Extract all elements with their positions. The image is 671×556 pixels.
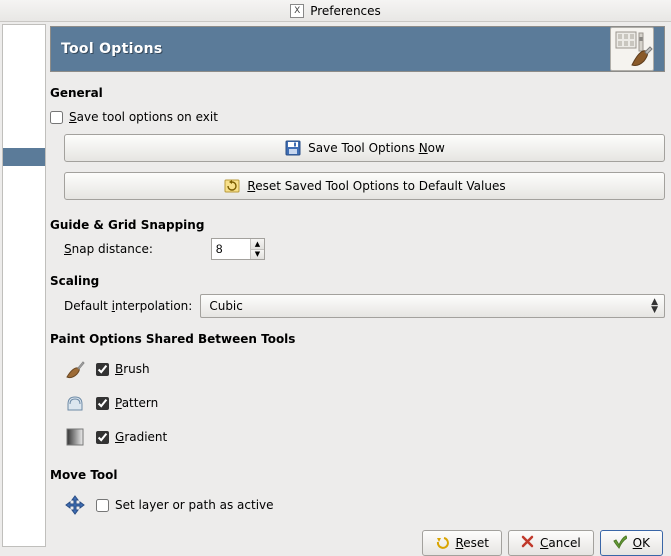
paint-gradient-row: Gradient bbox=[64, 426, 665, 448]
save-on-exit-row: Save tool options on exit bbox=[50, 110, 665, 124]
page-title: Tool Options bbox=[61, 41, 163, 57]
chevron-updown-icon: ▲▼ bbox=[651, 299, 658, 314]
pattern-label[interactable]: Pattern bbox=[115, 396, 158, 410]
spin-down-button[interactable]: ▼ bbox=[251, 250, 264, 260]
dialog-footer: Reset Cancel OK bbox=[50, 522, 665, 556]
category-sidebar[interactable] bbox=[2, 24, 46, 547]
paint-brush-row: Brush bbox=[64, 358, 665, 380]
reset-button-label: Reset bbox=[455, 536, 489, 550]
section-general-title: General bbox=[50, 86, 665, 100]
save-on-exit-checkbox[interactable] bbox=[50, 111, 63, 124]
move-set-layer-row: Set layer or path as active bbox=[64, 494, 665, 516]
section-scaling-title: Scaling bbox=[50, 274, 665, 288]
set-layer-active-label[interactable]: Set layer or path as active bbox=[115, 498, 274, 512]
save-icon bbox=[284, 139, 302, 157]
tool-options-icon bbox=[610, 27, 654, 71]
interpolation-value: Cubic bbox=[209, 299, 243, 313]
sidebar-selection bbox=[3, 148, 45, 166]
snap-distance-label: Snap distance: bbox=[64, 242, 153, 256]
snap-distance-spinbox[interactable]: ▲ ▼ bbox=[211, 238, 265, 260]
pattern-icon bbox=[64, 392, 86, 414]
paint-pattern-row: Pattern bbox=[64, 392, 665, 414]
interpolation-combobox[interactable]: Cubic ▲▼ bbox=[200, 294, 665, 318]
brush-icon bbox=[64, 358, 86, 380]
section-move-title: Move Tool bbox=[50, 468, 665, 482]
reset-button[interactable]: Reset bbox=[422, 530, 502, 556]
window-title: Preferences bbox=[310, 4, 381, 18]
section-snapping-title: Guide & Grid Snapping bbox=[50, 218, 665, 232]
header-panel: Tool Options bbox=[50, 26, 665, 72]
reset-defaults-label: Reset Saved Tool Options to Default Valu… bbox=[247, 179, 505, 193]
snap-distance-input[interactable] bbox=[212, 239, 250, 259]
move-icon bbox=[64, 494, 86, 516]
interpolation-label: Default interpolation: bbox=[64, 299, 192, 313]
section-paint-title: Paint Options Shared Between Tools bbox=[50, 332, 665, 346]
spin-up-button[interactable]: ▲ bbox=[251, 239, 264, 250]
save-tool-options-now-button[interactable]: Save Tool Options Now bbox=[64, 134, 665, 162]
reset-icon bbox=[223, 177, 241, 195]
app-icon: X bbox=[290, 4, 304, 18]
set-layer-active-checkbox[interactable] bbox=[96, 499, 109, 512]
window-titlebar: X Preferences bbox=[0, 0, 671, 22]
pattern-checkbox[interactable] bbox=[96, 397, 109, 410]
snap-distance-row: Snap distance: ▲ ▼ bbox=[64, 238, 665, 260]
gradient-label[interactable]: Gradient bbox=[115, 430, 167, 444]
save-on-exit-label[interactable]: Save tool options on exit bbox=[69, 110, 218, 124]
brush-checkbox[interactable] bbox=[96, 363, 109, 376]
ok-button-label: OK bbox=[633, 536, 650, 550]
brush-label[interactable]: Brush bbox=[115, 362, 150, 376]
interpolation-row: Default interpolation: Cubic ▲▼ bbox=[64, 294, 665, 318]
cancel-button-label: Cancel bbox=[540, 536, 581, 550]
reset-defaults-button[interactable]: Reset Saved Tool Options to Default Valu… bbox=[64, 172, 665, 200]
gradient-checkbox[interactable] bbox=[96, 431, 109, 444]
ok-button[interactable]: OK bbox=[600, 530, 663, 556]
main-panel: Tool Options General Save tool options o… bbox=[48, 22, 671, 549]
gradient-icon bbox=[64, 426, 86, 448]
save-now-label: Save Tool Options Now bbox=[308, 141, 445, 155]
cancel-button[interactable]: Cancel bbox=[508, 530, 594, 556]
